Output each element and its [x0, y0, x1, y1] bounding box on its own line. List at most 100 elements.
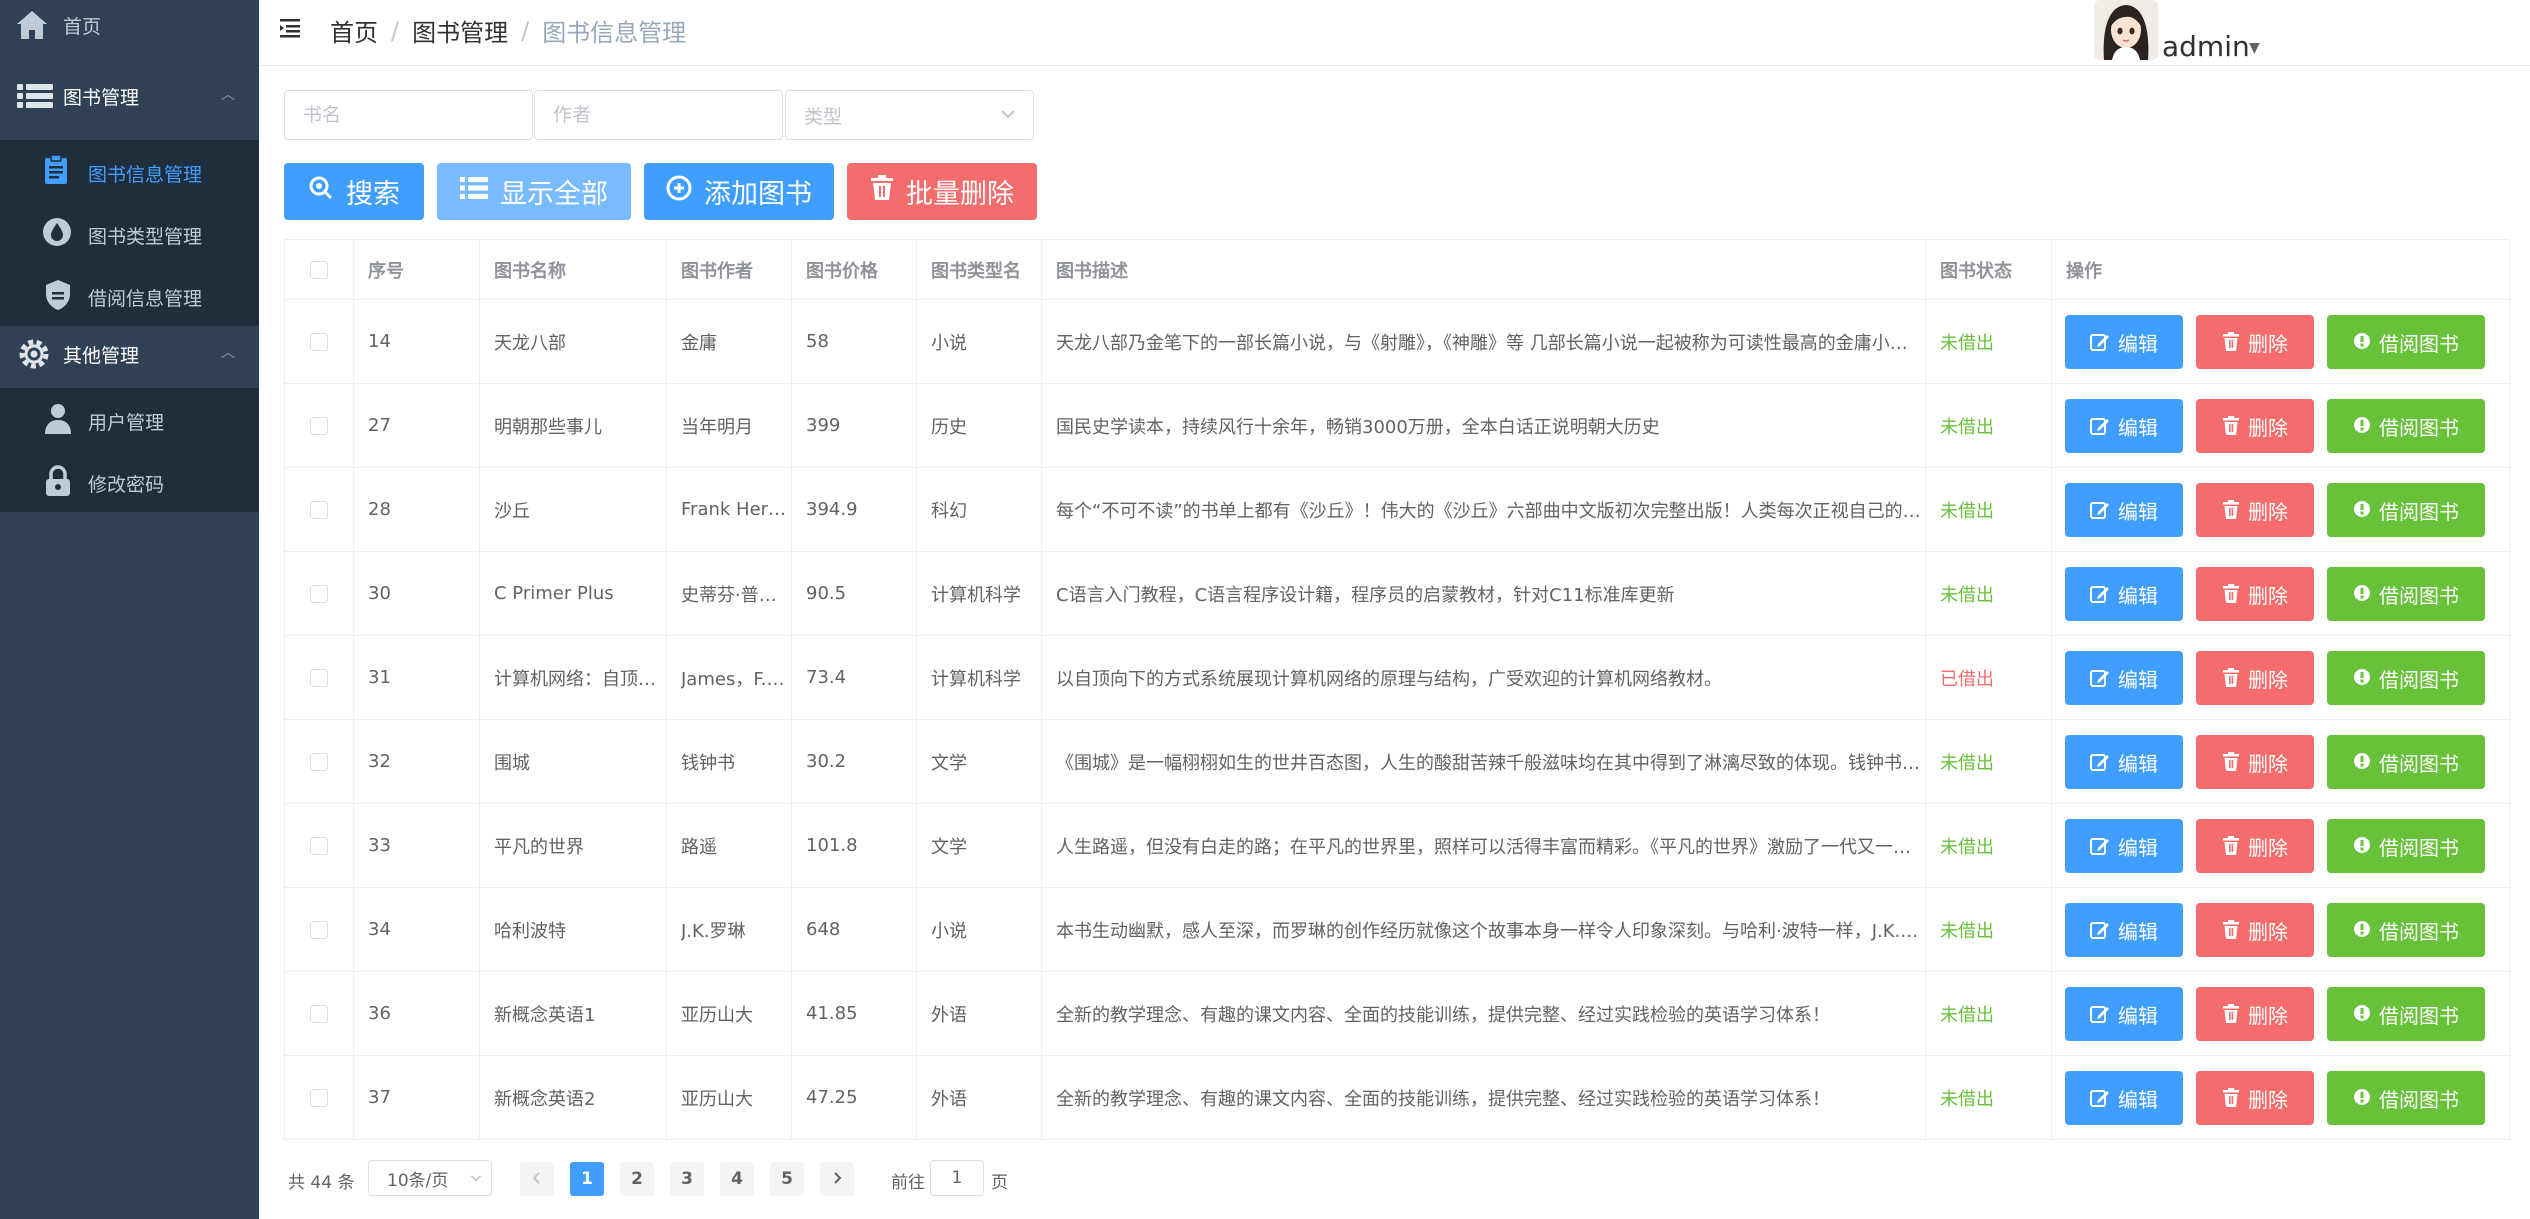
prev-page-button[interactable] [520, 1162, 554, 1196]
breadcrumb: 首页 / 图书管理 / 图书信息管理 [330, 13, 686, 48]
edit-button[interactable]: 编辑 [2065, 1071, 2183, 1125]
page-size-select[interactable]: 10条/页 [368, 1160, 492, 1196]
goto-page-input[interactable] [930, 1160, 984, 1196]
row-checkbox[interactable] [310, 752, 328, 771]
breadcrumb-home[interactable]: 首页 [330, 13, 378, 48]
cell-text: 90.5 [806, 583, 847, 604]
row-checkbox[interactable] [310, 500, 328, 519]
select-all-checkbox[interactable] [310, 260, 328, 279]
document-icon [44, 155, 68, 185]
cell-text: 沙丘 [494, 500, 530, 522]
borrow-button[interactable]: 借阅图书 [2327, 987, 2485, 1041]
next-page-button[interactable] [820, 1162, 854, 1196]
sidebar-group-book-management[interactable]: 图书管理 ︿ [0, 70, 259, 122]
page-button-3[interactable]: 3 [670, 1162, 704, 1196]
description-cell: 国民史学读本，持续风行十余年，畅销3000万册，全本白话正说明朝大历史 [1042, 384, 1926, 467]
edit-button[interactable]: 编辑 [2065, 903, 2183, 957]
edit-button[interactable]: 编辑 [2065, 651, 2183, 705]
borrow-button[interactable]: 借阅图书 [2327, 483, 2485, 537]
hamburger-icon[interactable] [278, 16, 302, 40]
id-cell: 14 [354, 300, 480, 383]
author-input[interactable] [534, 90, 783, 140]
delete-button[interactable]: 删除 [2196, 651, 2314, 705]
borrow-button[interactable]: 借阅图书 [2327, 735, 2485, 789]
edit-button[interactable]: 编辑 [2065, 735, 2183, 789]
page-button-4[interactable]: 4 [720, 1162, 754, 1196]
sidebar-item-book-info[interactable]: 图书信息管理 [0, 140, 259, 202]
delete-button[interactable]: 删除 [2196, 819, 2314, 873]
edit-button[interactable]: 编辑 [2065, 819, 2183, 873]
borrow-button[interactable]: 借阅图书 [2327, 903, 2485, 957]
breadcrumb-book-management[interactable]: 图书管理 [412, 13, 508, 48]
page-button-5[interactable]: 5 [770, 1162, 804, 1196]
page-button-2[interactable]: 2 [620, 1162, 654, 1196]
add-book-button[interactable]: 添加图书 [644, 163, 834, 220]
delete-button[interactable]: 删除 [2196, 483, 2314, 537]
type-select[interactable]: 类型 [785, 90, 1034, 140]
borrow-button-label: 借阅图书 [2379, 751, 2459, 776]
page-button-1[interactable]: 1 [570, 1162, 604, 1196]
type-cell: 外语 [917, 972, 1042, 1055]
borrow-button[interactable]: 借阅图书 [2327, 567, 2485, 621]
delete-button[interactable]: 删除 [2196, 987, 2314, 1041]
edit-icon [2090, 836, 2110, 856]
header-cell: 图书名称 [480, 240, 667, 299]
edit-icon [2090, 500, 2110, 520]
show-all-button[interactable]: 显示全部 [437, 163, 631, 220]
id-cell: 36 [354, 972, 480, 1055]
sidebar-item-book-type[interactable]: 图书类型管理 [0, 202, 259, 264]
borrow-button[interactable]: 借阅图书 [2327, 819, 2485, 873]
borrow-button[interactable]: 借阅图书 [2327, 1071, 2485, 1125]
book-name-input[interactable] [284, 90, 533, 140]
delete-button[interactable]: 删除 [2196, 903, 2314, 957]
row-checkbox[interactable] [310, 836, 328, 855]
row-checkbox[interactable] [310, 1004, 328, 1023]
caret-down-icon[interactable]: ▼ [2249, 40, 2260, 56]
delete-button[interactable]: 删除 [2196, 315, 2314, 369]
row-checkbox[interactable] [310, 332, 328, 351]
info-icon [2353, 416, 2371, 436]
row-checkbox[interactable] [310, 416, 328, 435]
sidebar-item-user-management[interactable]: 用户管理 [0, 388, 259, 450]
sidebar-item-change-password[interactable]: 修改密码 [0, 450, 259, 512]
cell-text: 394.9 [806, 499, 858, 520]
delete-button[interactable]: 删除 [2196, 735, 2314, 789]
borrow-button[interactable]: 借阅图书 [2327, 651, 2485, 705]
edit-button[interactable]: 编辑 [2065, 987, 2183, 1041]
borrow-button[interactable]: 借阅图书 [2327, 315, 2485, 369]
author-cell: Frank Herbert [667, 468, 792, 551]
cell-text: 648 [806, 919, 841, 940]
search-button[interactable]: 搜索 [284, 163, 424, 220]
sidebar-group-other-management[interactable]: 其他管理 ︿ [0, 328, 259, 380]
cell-text: 亚历山大 [681, 1088, 753, 1110]
sidebar-item-borrow-info[interactable]: 借阅信息管理 [0, 264, 259, 326]
edit-button[interactable]: 编辑 [2065, 483, 2183, 537]
drop-icon [42, 217, 72, 247]
edit-button[interactable]: 编辑 [2065, 315, 2183, 369]
id-cell: 28 [354, 468, 480, 551]
info-icon [2353, 752, 2371, 772]
row-checkbox[interactable] [310, 920, 328, 939]
edit-button-label: 编辑 [2118, 751, 2158, 776]
row-checkbox[interactable] [310, 668, 328, 687]
header-cell: 图书描述 [1042, 240, 1926, 299]
trash-icon [870, 175, 894, 208]
username-label[interactable]: admin [2162, 30, 2250, 63]
sidebar-item-home[interactable]: 首页 [0, 0, 259, 50]
status-badge: 未借出 [1940, 920, 1994, 942]
edit-button[interactable]: 编辑 [2065, 567, 2183, 621]
delete-button[interactable]: 删除 [2196, 1071, 2314, 1125]
row-checkbox[interactable] [310, 584, 328, 603]
delete-button[interactable]: 删除 [2196, 567, 2314, 621]
delete-button[interactable]: 删除 [2196, 399, 2314, 453]
cell-text: 明朝那些事儿 [494, 416, 602, 438]
row-checkbox[interactable] [310, 1088, 328, 1107]
avatar[interactable] [2094, 0, 2158, 60]
select-cell [285, 552, 354, 635]
borrow-button[interactable]: 借阅图书 [2327, 399, 2485, 453]
actions-cell: 编辑 删除 借阅图书 [2052, 804, 2511, 887]
chevron-left-icon [531, 1169, 543, 1189]
type-cell: 计算机科学 [917, 552, 1042, 635]
batch-delete-button[interactable]: 批量删除 [847, 163, 1037, 220]
edit-button[interactable]: 编辑 [2065, 399, 2183, 453]
